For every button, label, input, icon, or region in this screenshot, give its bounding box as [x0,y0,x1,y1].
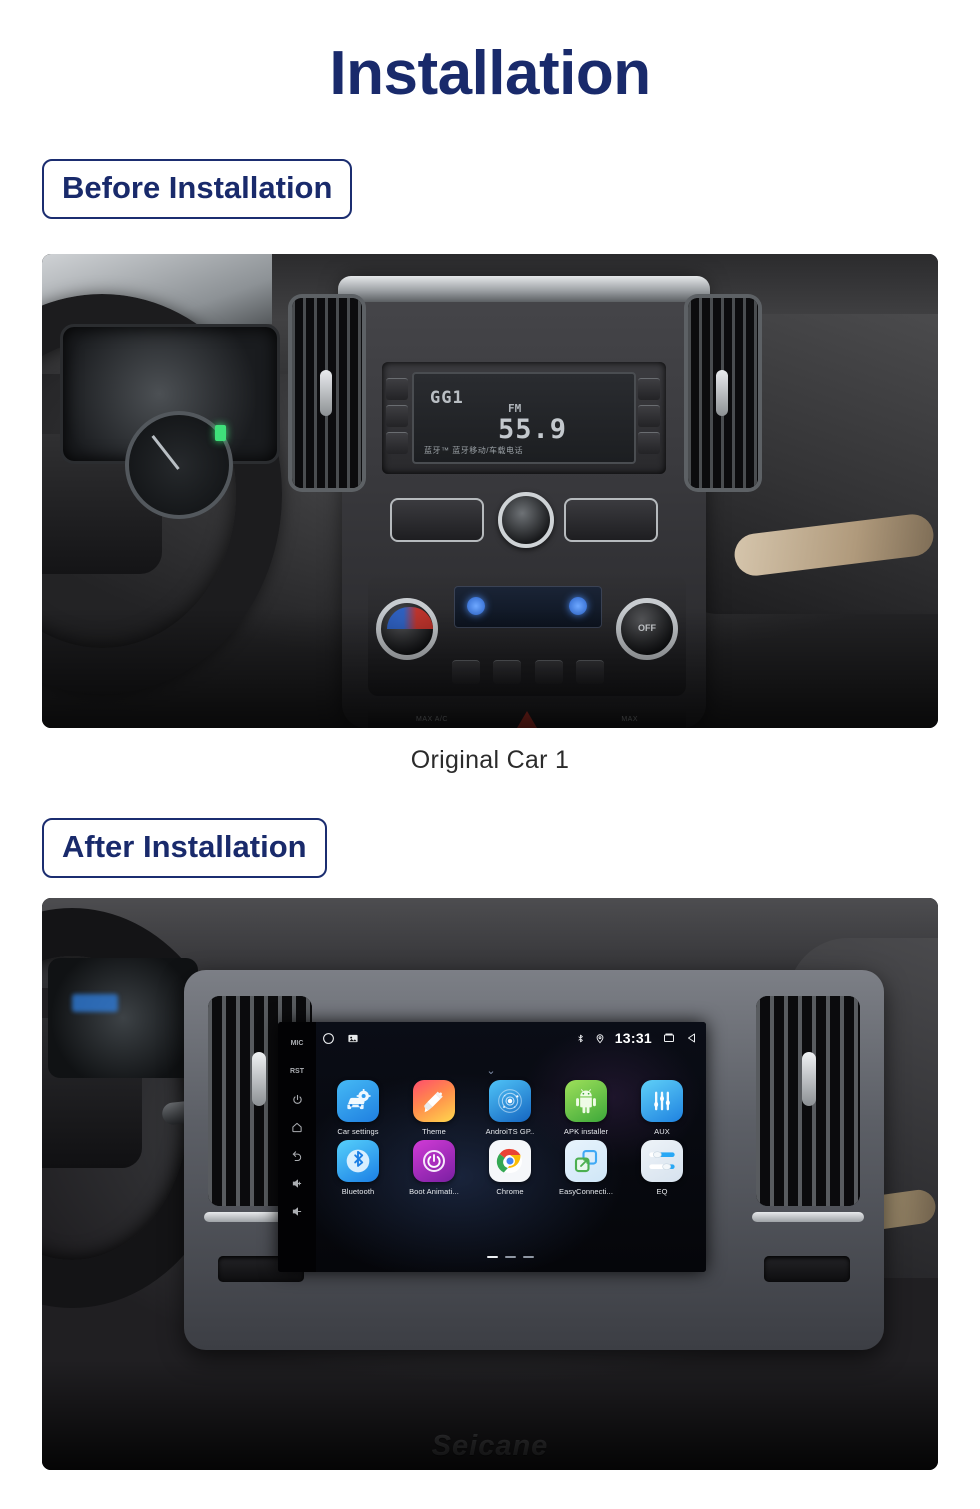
bluetooth-icon [576,1032,585,1045]
cluster-indicator-light [215,425,226,441]
media-control-panel[interactable] [390,492,658,548]
home-button[interactable] [289,1120,305,1134]
app-apk-installer[interactable]: APK installer [554,1080,618,1136]
media-volume-knob[interactable] [498,492,554,548]
app-theme[interactable]: Theme [402,1080,466,1136]
volume-up-button[interactable] [289,1176,305,1190]
installation-page: Installation Before Installation GG1 FM … [0,0,980,1509]
radio-button-right-3[interactable] [638,432,660,454]
instrument-cluster [60,324,280,519]
app-grid: Car settings Theme AndroiTS GP.. APK ins… [320,1080,700,1200]
radio-button-left-3[interactable] [386,432,408,454]
app-label: APK installer [563,1127,609,1136]
power-button[interactable] [289,1092,305,1106]
app-label: Boot Animati... [409,1187,459,1196]
app-bluetooth[interactable]: Bluetooth [326,1140,390,1196]
android-head-unit-screen[interactable]: MIC RST 13:31 ⌄ Car settings Theme Andro… [278,1022,706,1272]
back-triangle-icon[interactable] [686,1032,698,1044]
app-label: Chrome [496,1187,524,1196]
app-boot-animation[interactable]: Boot Animati... [402,1140,466,1196]
page-dot-1[interactable] [486,1256,498,1258]
app-androits-gps[interactable]: AndroiTS GP.. [478,1080,542,1136]
app-label: Bluetooth [341,1187,375,1196]
photo-bottom-shadow [42,608,938,728]
app-label: EasyConnecti... [558,1187,614,1196]
air-vent-left-tab-after [252,1052,266,1106]
app-car-settings[interactable]: Car settings [326,1080,390,1136]
app-aux[interactable]: AUX [630,1080,694,1136]
chevron-down-icon[interactable]: ⌄ [278,1064,706,1077]
page-dot-2[interactable] [504,1256,516,1258]
radio-lcd-display: GG1 FM 55.9 蓝牙™ 蓝牙移动/车载电话 [412,372,636,464]
gps-radar-icon[interactable] [489,1080,531,1122]
radio-frequency: 55.9 [498,414,568,445]
instrument-cluster-after [48,958,198,1078]
app-row: Bluetooth Boot Animati... Chrome EasyCon… [320,1140,700,1196]
radio-preset-number: GG1 [430,388,464,408]
vent-chrome-right [752,1212,864,1222]
app-eq[interactable]: EQ [630,1140,694,1196]
chrome-icon[interactable] [489,1140,531,1182]
console-chrome-trim [338,276,710,302]
paintbrush-icon[interactable] [413,1080,455,1122]
status-bar-clock: 13:31 [614,1030,652,1046]
app-label: Theme [422,1127,446,1136]
back-button[interactable] [289,1148,305,1162]
power-circle-icon[interactable] [413,1140,455,1182]
page-title: Installation [329,39,651,108]
mic-button[interactable]: MIC [289,1036,305,1050]
head-unit-side-button-strip[interactable]: MIC RST [278,1022,316,1272]
easyconnection-icon[interactable] [565,1140,607,1182]
recents-icon[interactable] [662,1032,676,1044]
before-installation-photo: GG1 FM 55.9 蓝牙™ 蓝牙移动/车载电话 OFF [42,254,938,728]
car-settings-icon[interactable] [337,1080,379,1122]
before-photo-caption: Original Car 1 [410,746,570,774]
radio-buttons-left[interactable] [386,378,410,460]
bluetooth-icon[interactable] [337,1140,379,1182]
app-easyconnection[interactable]: EasyConnecti... [554,1140,618,1196]
radio-button-left-2[interactable] [386,405,408,427]
android-status-bar: 13:31 [316,1028,698,1048]
photo-bottom-shadow-after [42,1360,938,1470]
aux-sliders-icon[interactable] [641,1080,683,1122]
screenshot-icon[interactable] [347,1033,359,1044]
before-installation-tag: Before Installation [42,159,353,219]
media-buttons-left[interactable] [390,498,484,542]
cluster-display-glow [72,994,118,1012]
after-installation-tag: After Installation [42,818,327,878]
home-page-indicator[interactable] [320,1256,700,1258]
air-vent-right-knob [716,370,728,416]
page-dot-3[interactable] [522,1256,534,1258]
radio-buttons-right[interactable] [638,378,662,460]
equalizer-icon[interactable] [641,1140,683,1182]
volume-down-button[interactable] [289,1204,305,1218]
radio-subtext: 蓝牙™ 蓝牙移动/车载电话 [424,446,523,455]
air-vent-left-knob [320,370,332,416]
android-robot-icon[interactable] [565,1080,607,1122]
location-pin-icon [595,1032,605,1045]
radio-button-left-1[interactable] [386,378,408,400]
app-label: AndroiTS GP.. [485,1127,535,1136]
app-chrome[interactable]: Chrome [478,1140,542,1196]
radio-button-right-1[interactable] [638,378,660,400]
air-vent-right-tab-after [802,1052,816,1106]
media-buttons-right[interactable] [564,498,658,542]
app-row: Car settings Theme AndroiTS GP.. APK ins… [320,1080,700,1136]
app-label: Car settings [337,1127,379,1136]
original-radio-unit: GG1 FM 55.9 蓝牙™ 蓝牙移动/车载电话 [382,362,666,474]
circle-icon[interactable] [322,1032,335,1045]
radio-button-right-2[interactable] [638,405,660,427]
app-label: AUX [654,1127,670,1136]
app-label: EQ [656,1187,668,1196]
dash-slot-right [764,1256,850,1282]
